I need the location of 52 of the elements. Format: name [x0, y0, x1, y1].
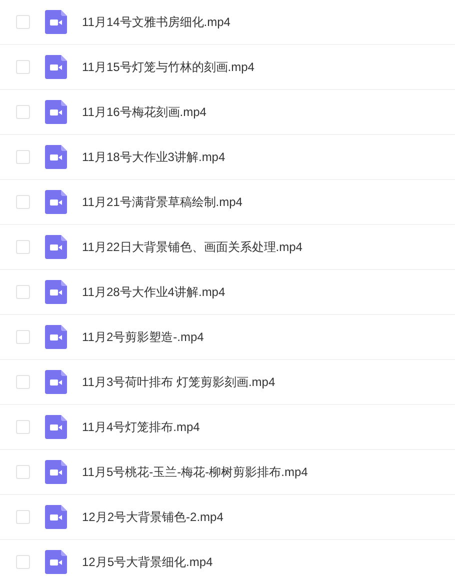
- video-file-icon: [45, 550, 67, 574]
- file-row[interactable]: 12月5号大背景细化.mp4: [0, 540, 455, 579]
- video-file-icon: [45, 10, 67, 34]
- video-file-icon: [45, 415, 67, 439]
- file-row[interactable]: 11月3号荷叶排布 灯笼剪影刻画.mp4: [0, 360, 455, 405]
- file-row[interactable]: 11月18号大作业3讲解.mp4: [0, 135, 455, 180]
- file-row[interactable]: 11月16号梅花刻画.mp4: [0, 90, 455, 135]
- video-file-icon: [45, 505, 67, 529]
- checkbox[interactable]: [16, 195, 30, 209]
- file-name: 11月18号大作业3讲解.mp4: [82, 149, 226, 166]
- file-row[interactable]: 11月15号灯笼与竹林的刻画.mp4: [0, 45, 455, 90]
- file-row[interactable]: 11月21号满背景草稿绘制.mp4: [0, 180, 455, 225]
- file-name: 11月28号大作业4讲解.mp4: [82, 284, 226, 301]
- file-name: 11月15号灯笼与竹林的刻画.mp4: [82, 59, 254, 76]
- video-file-icon: [45, 370, 67, 394]
- checkbox[interactable]: [16, 375, 30, 389]
- file-name: 11月3号荷叶排布 灯笼剪影刻画.mp4: [82, 374, 276, 391]
- file-row[interactable]: 11月14号文雅书房细化.mp4: [0, 0, 455, 45]
- video-file-icon: [45, 280, 67, 304]
- checkbox[interactable]: [16, 60, 30, 74]
- file-row[interactable]: 12月2号大背景铺色-2.mp4: [0, 495, 455, 540]
- checkbox[interactable]: [16, 285, 30, 299]
- file-name: 11月5号桃花-玉兰-梅花-柳树剪影排布.mp4: [82, 464, 308, 481]
- video-file-icon: [45, 325, 67, 349]
- checkbox[interactable]: [16, 555, 30, 569]
- video-file-icon: [45, 460, 67, 484]
- video-file-icon: [45, 190, 67, 214]
- checkbox[interactable]: [16, 330, 30, 344]
- file-name: 11月4号灯笼排布.mp4: [82, 419, 200, 436]
- file-name: 11月14号文雅书房细化.mp4: [82, 14, 230, 31]
- checkbox[interactable]: [16, 510, 30, 524]
- video-file-icon: [45, 55, 67, 79]
- file-name: 11月22日大背景铺色、画面关系处理.mp4: [82, 239, 302, 256]
- file-name: 12月2号大背景铺色-2.mp4: [82, 509, 224, 526]
- file-row[interactable]: 11月28号大作业4讲解.mp4: [0, 270, 455, 315]
- file-name: 11月16号梅花刻画.mp4: [82, 104, 206, 121]
- checkbox[interactable]: [16, 15, 30, 29]
- video-file-icon: [45, 145, 67, 169]
- file-name: 12月5号大背景细化.mp4: [82, 554, 213, 571]
- video-file-icon: [45, 235, 67, 259]
- checkbox[interactable]: [16, 420, 30, 434]
- file-row[interactable]: 11月22日大背景铺色、画面关系处理.mp4: [0, 225, 455, 270]
- file-row[interactable]: 11月2号剪影塑造-.mp4: [0, 315, 455, 360]
- file-name: 11月2号剪影塑造-.mp4: [82, 329, 204, 346]
- checkbox[interactable]: [16, 465, 30, 479]
- video-file-icon: [45, 100, 67, 124]
- file-row[interactable]: 11月5号桃花-玉兰-梅花-柳树剪影排布.mp4: [0, 450, 455, 495]
- file-name: 11月21号满背景草稿绘制.mp4: [82, 194, 242, 211]
- checkbox[interactable]: [16, 150, 30, 164]
- file-row[interactable]: 11月4号灯笼排布.mp4: [0, 405, 455, 450]
- checkbox[interactable]: [16, 240, 30, 254]
- checkbox[interactable]: [16, 105, 30, 119]
